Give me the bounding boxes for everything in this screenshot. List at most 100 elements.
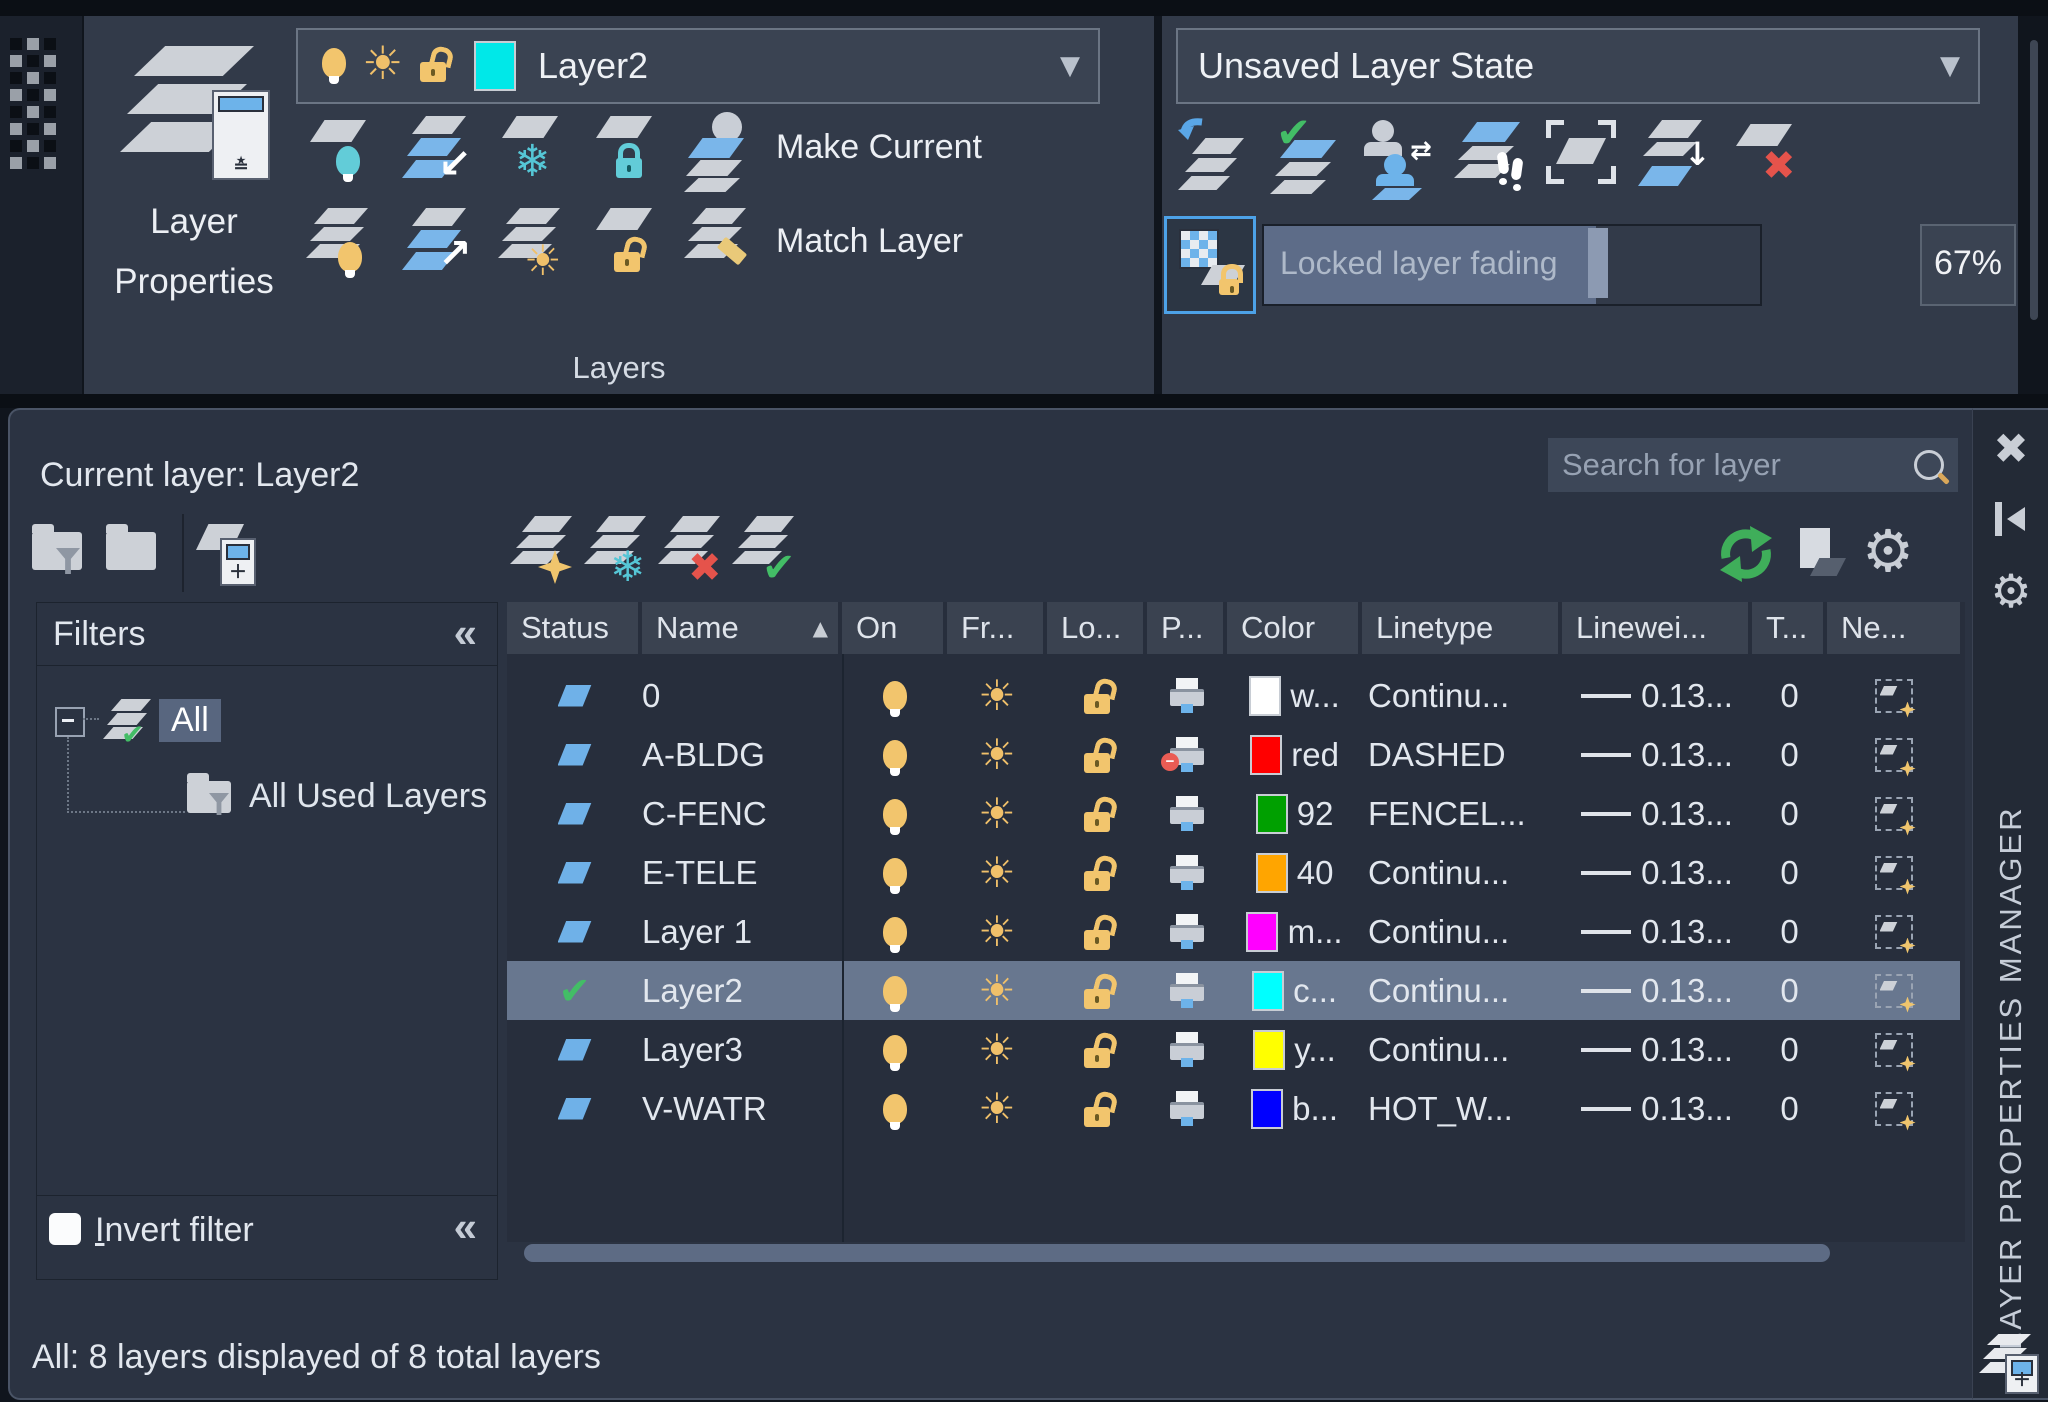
linetype-cell[interactable]: DASHED — [1362, 725, 1562, 784]
tree-item-all-used-layers[interactable]: All Used Layers — [249, 777, 487, 816]
vp-freeze-cell[interactable] — [1827, 666, 1960, 725]
ribbon-scrollbar[interactable] — [2030, 40, 2038, 320]
layer-name[interactable]: A-BLDG — [642, 725, 842, 784]
refresh-button[interactable] — [1716, 524, 1776, 584]
turn-all-layers-on-button[interactable] — [306, 208, 384, 288]
layer-name[interactable]: Layer2 — [642, 961, 842, 1020]
col-color[interactable]: Color — [1227, 602, 1362, 654]
plot-toggle[interactable] — [1147, 725, 1227, 784]
linetype-cell[interactable]: HOT_W... — [1362, 1079, 1562, 1138]
on-toggle[interactable] — [842, 725, 947, 784]
lock-toggle[interactable] — [1047, 725, 1147, 784]
plot-toggle[interactable] — [1147, 1079, 1227, 1138]
merge-layer-button[interactable]: ↓ — [1638, 120, 1716, 200]
color-cell[interactable]: b... — [1227, 1079, 1362, 1138]
lock-toggle[interactable] — [1047, 784, 1147, 843]
linetype-cell[interactable]: Continu... — [1362, 843, 1562, 902]
make-current-button[interactable] — [684, 116, 762, 196]
match-layer-label[interactable]: Match Layer — [776, 222, 963, 261]
plot-toggle[interactable] — [1147, 843, 1227, 902]
lineweight-cell[interactable]: 0.13... — [1562, 1020, 1752, 1079]
new-layer-button[interactable] — [510, 516, 578, 586]
on-toggle[interactable] — [842, 666, 947, 725]
vp-freeze-cell[interactable] — [1827, 843, 1960, 902]
layer-unisolate-button[interactable]: ↗ — [402, 208, 480, 288]
vp-freeze-cell[interactable] — [1827, 784, 1960, 843]
locked-layer-fading-value[interactable]: 67% — [1920, 224, 2016, 306]
layer-states-manager-button[interactable]: ＋ — [196, 516, 262, 586]
col-transparency[interactable]: T... — [1752, 602, 1827, 654]
lineweight-cell[interactable]: 0.13... — [1562, 666, 1752, 725]
layer-name[interactable]: Layer 1 — [642, 902, 842, 961]
col-plot[interactable]: P... — [1147, 602, 1227, 654]
color-cell[interactable]: 40 — [1227, 843, 1362, 902]
name-column-divider[interactable] — [842, 654, 844, 1242]
settings-button[interactable]: ⚙ — [1862, 522, 1914, 580]
lock-toggle[interactable] — [1047, 1020, 1147, 1079]
linetype-cell[interactable]: Continu... — [1362, 961, 1562, 1020]
on-toggle[interactable] — [842, 843, 947, 902]
tree-item-all[interactable]: All — [159, 699, 221, 742]
auto-hide-pin-icon[interactable] — [1993, 502, 2029, 536]
linetype-cell[interactable]: Continu... — [1362, 1020, 1562, 1079]
layer-freeze-button[interactable]: ❄ — [498, 116, 576, 196]
vp-freeze-cell[interactable] — [1827, 902, 1960, 961]
table-row-selected[interactable]: ✔ Layer2 ☀ c... Continu... 0.13... 0 — [507, 961, 1960, 1020]
delete-layer-state-button[interactable]: ✖ — [1730, 120, 1808, 200]
plot-toggle[interactable] — [1147, 902, 1227, 961]
color-cell[interactable]: w... — [1227, 666, 1362, 725]
col-linetype[interactable]: Linetype — [1362, 602, 1562, 654]
on-toggle[interactable] — [842, 1020, 947, 1079]
col-freeze[interactable]: Fr... — [947, 602, 1047, 654]
table-row[interactable]: Layer 1 ☀ m... Continu... 0.13... 0 — [507, 902, 1960, 961]
transparency-cell[interactable]: 0 — [1752, 666, 1827, 725]
restore-layer-state-button[interactable] — [1178, 120, 1256, 200]
transparency-cell[interactable]: 0 — [1752, 784, 1827, 843]
linetype-cell[interactable]: FENCEL... — [1362, 784, 1562, 843]
tree-collapse-box[interactable] — [55, 707, 85, 737]
layer-state-dropdown[interactable]: Unsaved Layer State ▼ — [1176, 28, 1980, 104]
collapse-filters-bottom-icon[interactable]: « — [454, 1203, 473, 1251]
ribbon-panel-title[interactable]: Layers — [84, 350, 1154, 386]
table-row[interactable]: E-TELE ☀ 40 Continu... 0.13... 0 — [507, 843, 1960, 902]
table-row[interactable]: C-FENC ☀ 92 FENCEL... 0.13... 0 — [507, 784, 1960, 843]
color-cell[interactable]: 92 — [1227, 784, 1362, 843]
transparency-cell[interactable]: 0 — [1752, 1079, 1827, 1138]
new-vp-frozen-layer-button[interactable]: ❄ — [584, 516, 652, 586]
freeze-toggle[interactable]: ☀ — [947, 725, 1047, 784]
table-row[interactable]: Layer3 ☀ y... Continu... 0.13... 0 — [507, 1020, 1960, 1079]
layer-name[interactable]: V-WATR — [642, 1079, 842, 1138]
search-for-layer-box[interactable] — [1548, 438, 1958, 492]
transparency-cell[interactable]: 0 — [1752, 1020, 1827, 1079]
palette-vertical-title[interactable]: LAYER PROPERTIES MANAGER — [1993, 770, 2029, 1350]
on-toggle[interactable] — [842, 784, 947, 843]
transparency-cell[interactable]: 0 — [1752, 725, 1827, 784]
plot-toggle[interactable] — [1147, 666, 1227, 725]
slider-handle[interactable] — [1588, 228, 1608, 298]
vp-freeze-cell[interactable] — [1827, 1020, 1960, 1079]
linetype-cell[interactable]: Continu... — [1362, 902, 1562, 961]
set-current-layer-button[interactable]: ✔ — [732, 516, 800, 586]
delete-layer-button[interactable]: ✖ — [658, 516, 726, 586]
manage-layer-states-button[interactable]: ⇄ — [1362, 120, 1440, 200]
lock-toggle[interactable] — [1047, 961, 1147, 1020]
search-input[interactable] — [1548, 447, 1975, 483]
locked-layer-fading-slider[interactable]: Locked layer fading — [1262, 224, 1762, 306]
layer-lock-button[interactable] — [592, 116, 670, 196]
layer-name[interactable]: C-FENC — [642, 784, 842, 843]
col-on[interactable]: On — [842, 602, 947, 654]
layer-name[interactable]: 0 — [642, 666, 842, 725]
transparency-cell[interactable]: 0 — [1752, 961, 1827, 1020]
scrollbar-thumb[interactable] — [524, 1244, 1830, 1262]
freeze-toggle[interactable]: ☀ — [947, 666, 1047, 725]
layer-off-button[interactable] — [306, 116, 384, 196]
transparency-cell[interactable]: 0 — [1752, 902, 1827, 961]
lineweight-cell[interactable]: 0.13... — [1562, 902, 1752, 961]
col-status[interactable]: Status — [507, 602, 642, 654]
color-cell[interactable]: y... — [1227, 1020, 1362, 1079]
on-toggle[interactable] — [842, 1079, 947, 1138]
plot-toggle[interactable] — [1147, 784, 1227, 843]
lock-toggle[interactable] — [1047, 666, 1147, 725]
lineweight-cell[interactable]: 0.13... — [1562, 725, 1752, 784]
col-lock[interactable]: Lo... — [1047, 602, 1147, 654]
